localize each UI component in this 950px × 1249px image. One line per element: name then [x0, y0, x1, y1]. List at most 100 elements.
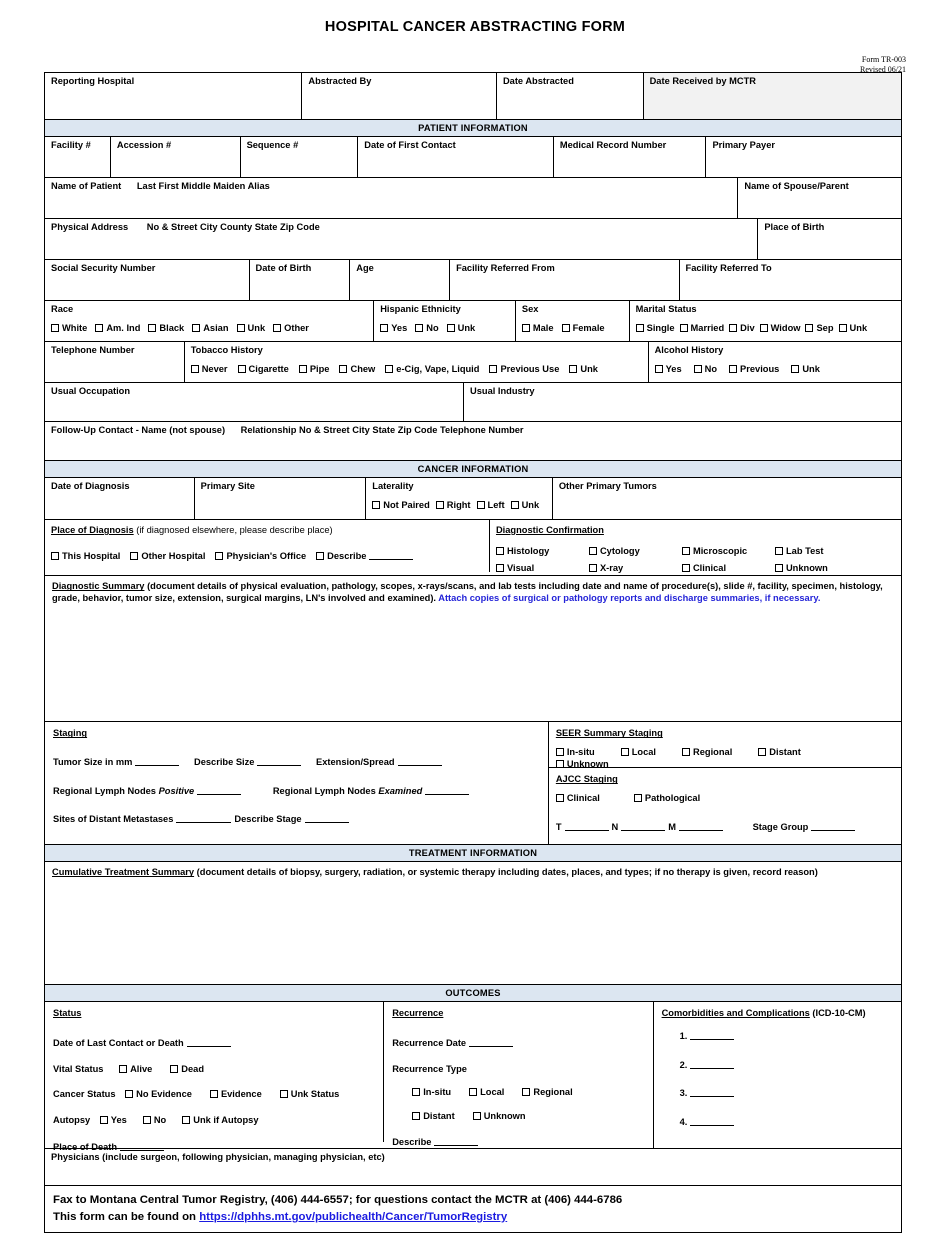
option-distant[interactable]: Distant	[758, 747, 801, 759]
checkbox-icon[interactable]	[412, 1111, 421, 1120]
checkbox-icon[interactable]	[495, 546, 504, 555]
option-in-situ[interactable]: In-situ	[412, 1087, 451, 1099]
checkbox-icon[interactable]	[125, 1090, 134, 1099]
field-physical-address[interactable]: Physical Address No & Street City County…	[45, 219, 759, 259]
comorbidity-blank[interactable]	[690, 1116, 735, 1126]
option-no[interactable]: No	[142, 1115, 166, 1127]
stage-group-blank[interactable]	[811, 821, 856, 831]
checkbox-icon[interactable]	[521, 323, 530, 332]
field-abstracted-by[interactable]: Abstracted By	[302, 73, 497, 119]
checkbox-icon[interactable]	[774, 546, 783, 555]
checkbox-icon[interactable]	[469, 1088, 478, 1097]
option-e-cig-vape-liquid[interactable]: e-Cig, Vape, Liquid	[385, 364, 479, 376]
field-sequence-number[interactable]: Sequence #	[241, 137, 359, 177]
checkbox-icon[interactable]	[561, 323, 570, 332]
option-div[interactable]: Div	[729, 323, 755, 335]
option-yes[interactable]: Yes	[99, 1115, 127, 1127]
checkbox-icon[interactable]	[472, 1111, 481, 1120]
date-last-contact-blank[interactable]	[186, 1037, 231, 1048]
option-other[interactable]: Other	[273, 323, 309, 335]
field-diagnostic-summary[interactable]: Diagnostic Summary (document details of …	[45, 576, 901, 721]
option-no-evidence[interactable]: No Evidence	[125, 1089, 192, 1101]
option-no[interactable]: No	[693, 364, 717, 376]
option-distant[interactable]: Distant	[412, 1111, 455, 1123]
checkbox-icon[interactable]	[236, 323, 245, 332]
field-date-of-diagnosis[interactable]: Date of Diagnosis	[45, 478, 195, 519]
option-cytology[interactable]: Cytology	[588, 545, 682, 559]
checkbox-icon[interactable]	[170, 1064, 179, 1073]
checkbox-icon[interactable]	[372, 500, 381, 509]
field-medical-record-number[interactable]: Medical Record Number	[554, 137, 707, 177]
option-unk[interactable]: Unk	[236, 323, 265, 335]
extension-spread-blank[interactable]	[397, 756, 442, 767]
field-date-first-contact[interactable]: Date of First Contact	[358, 137, 554, 177]
checkbox-icon[interactable]	[693, 364, 702, 373]
option-yes[interactable]: Yes	[654, 364, 682, 376]
comorbidity-blank[interactable]	[690, 1030, 735, 1041]
option-pipe[interactable]: Pipe	[298, 364, 329, 376]
checkbox-icon[interactable]	[588, 546, 597, 555]
comorbidity-blank[interactable]	[690, 1059, 735, 1069]
checkbox-icon[interactable]	[119, 1064, 128, 1073]
option-chew[interactable]: Chew	[339, 364, 375, 376]
checkbox-icon[interactable]	[654, 364, 663, 373]
describe-stage-blank[interactable]	[304, 813, 349, 824]
field-date-of-birth[interactable]: Date of Birth	[250, 260, 351, 300]
checkbox-icon[interactable]	[99, 1115, 108, 1124]
field-primary-site[interactable]: Primary Site	[195, 478, 367, 519]
field-followup-contact[interactable]: Follow-Up Contact - Name (not spouse) Re…	[45, 422, 901, 460]
tumor-size-blank[interactable]	[135, 756, 180, 767]
checkbox-icon[interactable]	[510, 500, 519, 509]
checkbox-icon[interactable]	[130, 551, 139, 560]
field-other-primary-tumors[interactable]: Other Primary Tumors	[553, 478, 901, 519]
checkbox-icon[interactable]	[298, 364, 307, 373]
checkbox-icon[interactable]	[142, 1115, 151, 1124]
option-evidence[interactable]: Evidence	[209, 1089, 262, 1101]
checkbox-icon[interactable]	[380, 323, 389, 332]
option-right[interactable]: Right	[435, 500, 471, 512]
checkbox-icon[interactable]	[412, 1088, 421, 1097]
option-clinical[interactable]: Clinical	[681, 562, 775, 576]
option-unknown[interactable]: Unknown	[774, 562, 868, 576]
option-microscopic[interactable]: Microscopic	[681, 545, 775, 559]
checkbox-icon[interactable]	[273, 323, 282, 332]
option-married[interactable]: Married	[679, 323, 724, 335]
option-unk[interactable]: Unk	[569, 364, 598, 376]
checkbox-icon[interactable]	[190, 364, 199, 373]
option-regional[interactable]: Regional	[522, 1087, 573, 1099]
field-reporting-hospital[interactable]: Reporting Hospital	[45, 73, 303, 119]
checkbox-icon[interactable]	[635, 323, 644, 332]
checkbox-icon[interactable]	[759, 323, 768, 332]
field-accession-number[interactable]: Accession #	[111, 137, 241, 177]
option-pathological[interactable]: Pathological	[633, 793, 700, 805]
checkbox-icon[interactable]	[681, 563, 690, 572]
describe-size-blank[interactable]	[257, 756, 302, 767]
option-unk[interactable]: Unk	[510, 500, 539, 512]
sites-metastases-blank[interactable]	[176, 813, 232, 824]
option-male[interactable]: Male	[521, 323, 554, 335]
checkbox-icon[interactable]	[555, 794, 564, 803]
field-name-of-spouse-parent[interactable]: Name of Spouse/Parent	[738, 178, 901, 218]
t-blank[interactable]	[564, 821, 609, 831]
option-unk[interactable]: Unk	[446, 323, 475, 335]
option-asian[interactable]: Asian	[192, 323, 229, 335]
field-social-security-number[interactable]: Social Security Number	[45, 260, 250, 300]
comorbidity-blank[interactable]	[690, 1087, 735, 1098]
checkbox-icon[interactable]	[805, 323, 814, 332]
option-never[interactable]: Never	[190, 364, 228, 376]
field-usual-occupation[interactable]: Usual Occupation	[45, 383, 465, 421]
checkbox-icon[interactable]	[316, 551, 325, 560]
checkbox-icon[interactable]	[729, 323, 738, 332]
rln-positive-blank[interactable]	[197, 785, 242, 795]
checkbox-icon[interactable]	[838, 323, 847, 332]
option-previous[interactable]: Previous	[729, 364, 779, 376]
checkbox-icon[interactable]	[588, 563, 597, 572]
option-local[interactable]: Local	[469, 1087, 504, 1099]
field-date-abstracted[interactable]: Date Abstracted	[497, 73, 644, 119]
checkbox-icon[interactable]	[495, 563, 504, 572]
option-x-ray[interactable]: X-ray	[588, 562, 682, 576]
m-blank[interactable]	[678, 821, 723, 831]
checkbox-icon[interactable]	[148, 323, 157, 332]
option-left[interactable]: Left	[476, 500, 505, 512]
option-single[interactable]: Single	[635, 323, 675, 335]
